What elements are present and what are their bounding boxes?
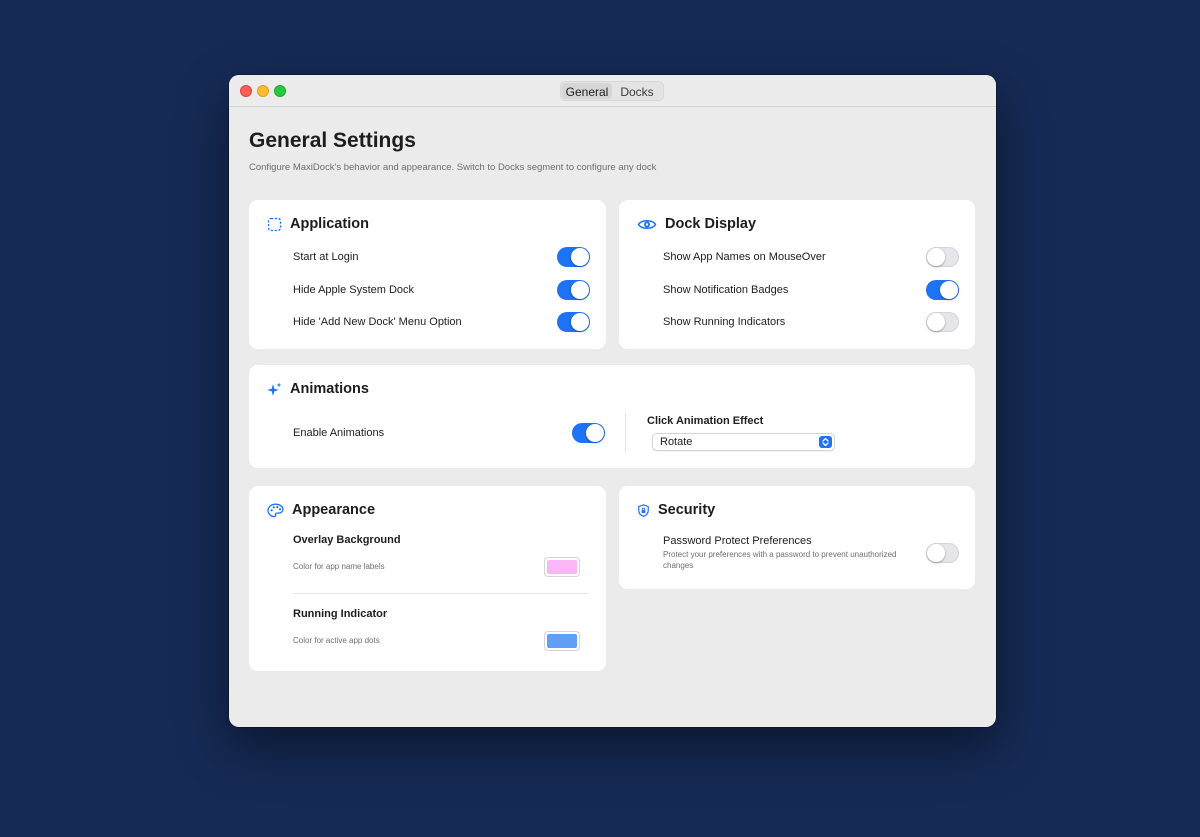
overlay-background-desc: Color for app name labels — [293, 562, 385, 571]
overlay-background-title: Overlay Background — [293, 534, 401, 546]
setting-label: Hide 'Add New Dock' Menu Option — [293, 316, 462, 328]
animations-card: Animations Enable Animations Click Anima… — [249, 365, 975, 468]
section-divider — [293, 593, 588, 594]
security-title: Security — [658, 502, 716, 518]
page-title: General Settings — [249, 129, 416, 152]
appearance-title: Appearance — [292, 502, 376, 518]
close-window-button[interactable] — [240, 85, 252, 97]
minimize-window-button[interactable] — [257, 85, 269, 97]
security-header: Security — [637, 502, 715, 518]
segment-general[interactable]: General — [562, 83, 612, 99]
application-title: Application — [290, 216, 369, 232]
setting-label: Start at Login — [293, 251, 359, 263]
dock-display-header: Dock Display — [637, 216, 756, 232]
setting-label: Show Running Indicators — [663, 316, 786, 328]
running-indicator-title: Running Indicator — [293, 608, 388, 620]
hide-system-dock-toggle[interactable] — [557, 280, 590, 300]
appearance-card: Appearance Overlay Background Color for … — [249, 486, 606, 671]
notification-badges-toggle[interactable] — [926, 280, 959, 300]
animations-title: Animations — [290, 381, 369, 397]
animations-header: Animations — [267, 381, 369, 397]
security-card: Security Password Protect Preferences Pr… — [619, 486, 975, 589]
running-color-fill — [547, 634, 577, 648]
application-header: Application — [267, 216, 369, 232]
enable-animations-toggle[interactable] — [572, 423, 605, 443]
password-protect-desc: Protect your preferences with a password… — [663, 550, 897, 570]
appearance-header: Appearance — [267, 502, 375, 518]
settings-window: General Docks General Settings Configure… — [229, 75, 996, 727]
setting-label: Show Notification Badges — [663, 284, 789, 296]
dock-display-card: Dock Display Show App Names on MouseOver… — [619, 200, 975, 349]
setting-row-hide-system-dock: Hide Apple System Dock — [293, 280, 590, 300]
overlay-color-fill — [547, 560, 577, 574]
overlay-background-color-well[interactable] — [544, 557, 580, 577]
setting-label: Enable Animations — [293, 427, 385, 439]
view-segmented-control: General Docks — [560, 81, 664, 101]
setting-row-notification-badges: Show Notification Badges — [663, 280, 959, 300]
shield-lock-icon — [638, 503, 649, 517]
running-indicators-toggle[interactable] — [926, 312, 959, 332]
click-effect-label: Click Animation Effect — [647, 415, 764, 427]
dashed-square-icon — [267, 217, 282, 231]
zoom-window-button[interactable] — [274, 85, 286, 97]
select-arrows-icon — [819, 436, 832, 448]
setting-label: Hide Apple System Dock — [293, 284, 415, 296]
hide-add-dock-toggle[interactable] — [557, 312, 590, 332]
dock-display-title: Dock Display — [665, 216, 757, 232]
click-effect-value: Rotate — [660, 436, 693, 448]
setting-row-running-indicators: Show Running Indicators — [663, 312, 959, 332]
palette-icon — [267, 503, 284, 517]
password-protect-label: Password Protect Preferences — [663, 535, 812, 547]
click-effect-select[interactable]: Rotate — [652, 433, 835, 451]
running-indicator-desc: Color for active app dots — [293, 636, 380, 645]
setting-row-enable-animations: Enable Animations — [293, 423, 605, 443]
segment-docks[interactable]: Docks — [612, 83, 662, 99]
application-card: Application Start at Login Hide Apple Sy… — [249, 200, 606, 349]
eye-icon — [637, 219, 657, 229]
page-subtitle: Configure MaxiDock's behavior and appear… — [249, 162, 657, 173]
running-indicator-color-well[interactable] — [544, 631, 580, 651]
title-bar: General Docks — [229, 75, 996, 107]
setting-row-show-app-names: Show App Names on MouseOver — [663, 247, 959, 267]
setting-row-hide-add-dock: Hide 'Add New Dock' Menu Option — [293, 312, 590, 332]
setting-row-start-at-login: Start at Login — [293, 247, 590, 267]
setting-label: Show App Names on MouseOver — [663, 251, 826, 263]
column-divider — [625, 414, 626, 452]
sparkles-icon — [267, 382, 282, 396]
start-at-login-toggle[interactable] — [557, 247, 590, 267]
show-app-names-toggle[interactable] — [926, 247, 959, 267]
password-protect-toggle[interactable] — [926, 543, 959, 563]
